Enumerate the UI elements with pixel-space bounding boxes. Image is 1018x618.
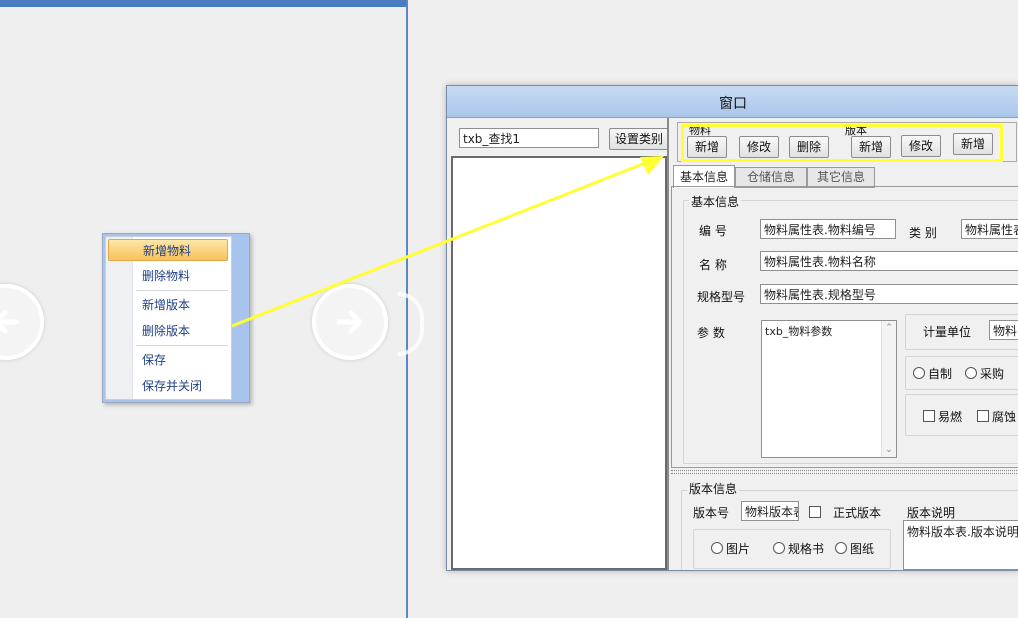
annotation-arrow-head [640,156,664,175]
annotation-arrow-line [231,161,646,328]
annotation-arrow [231,156,664,328]
